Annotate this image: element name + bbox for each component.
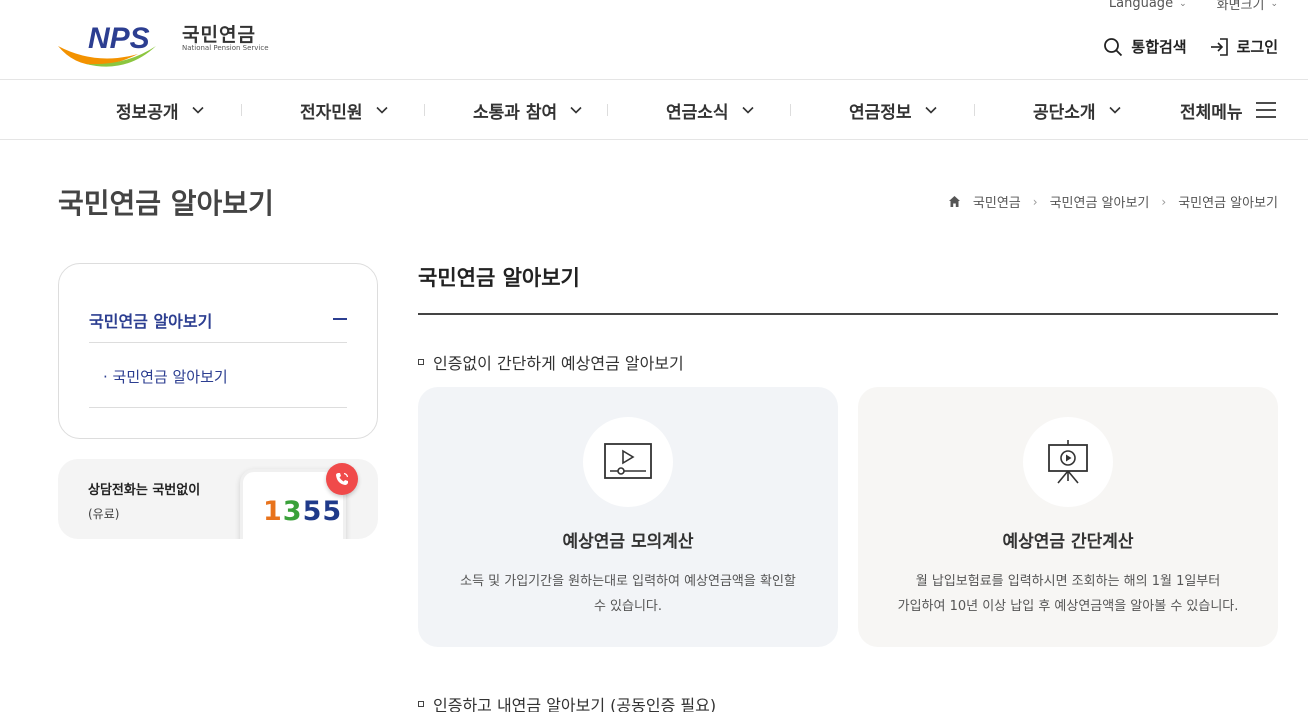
- chevron-right-icon: ›: [1161, 194, 1167, 209]
- chevron-right-icon: ›: [1032, 194, 1038, 209]
- gnb-item-pension-news[interactable]: 연금소식: [666, 80, 755, 140]
- side-nav-subitem[interactable]: · 국민연금 알아보기: [103, 366, 228, 387]
- gnb-item-label: 소통과 참여: [473, 102, 558, 123]
- chevron-down-icon: [924, 106, 937, 114]
- gnb-divider: [607, 104, 608, 116]
- search-button[interactable]: 통합검색: [1103, 36, 1187, 57]
- search-label: 통합검색: [1131, 38, 1187, 56]
- chevron-down-icon: [1108, 106, 1121, 114]
- gnb-item-label: 정보공개: [116, 102, 179, 123]
- logo-english-text: National Pension Service: [182, 44, 269, 52]
- screen-size-dropdown[interactable]: 화면크기 ⌄: [1217, 0, 1278, 13]
- section-heading: 인증없이 간단하게 예상연금 알아보기: [418, 350, 684, 374]
- gnb-item-label: 연금소식: [666, 102, 729, 123]
- card-description: 월 납입보험료를 입력하시면 조회하는 해의 1월 1일부터 가입하여 10년 …: [878, 569, 1258, 619]
- login-button[interactable]: 로그인: [1209, 36, 1278, 57]
- global-navigation: 정보공개 전자민원 소통과 참여 연금소식 연금정보 공단소개 전체메뉴: [0, 80, 1308, 140]
- card-description: 소득 및 가입기간을 원하는대로 입력하여 예상연금액을 확인할 수 있습니다.: [438, 569, 818, 619]
- section-heading-text: 인증하고 내연금 알아보기 (공동인증 필요): [433, 696, 717, 712]
- card-title: 예상연금 간단계산: [1002, 532, 1134, 552]
- call-number-digit: 3: [282, 496, 303, 527]
- presentation-screen-icon: [1023, 417, 1113, 507]
- gnb-item-communication[interactable]: 소통과 참여: [473, 80, 583, 140]
- gnb-item-e-civil[interactable]: 전자민원: [300, 80, 389, 140]
- login-icon: [1210, 37, 1228, 56]
- bullet-square-icon: [418, 701, 424, 707]
- simple-calc-card[interactable]: 예상연금 간단계산 월 납입보험료를 입력하시면 조회하는 해의 1월 1일부터…: [858, 387, 1278, 647]
- call-number: 1355: [263, 496, 342, 527]
- video-player-icon: [583, 417, 673, 507]
- language-dropdown[interactable]: Language ⌄: [1109, 0, 1187, 13]
- call-number-digit: 5: [302, 496, 323, 527]
- card-title: 예상연금 모의계산: [562, 532, 694, 552]
- site-header: NPS 국민연금 National Pension Service Langua…: [0, 0, 1308, 80]
- screen-size-label: 화면크기: [1216, 0, 1265, 13]
- breadcrumb-item-current: 국민연금 알아보기: [1178, 196, 1278, 211]
- call-center-banner[interactable]: 상담전화는 국번없이 (유료) 1355: [58, 459, 378, 539]
- logo-mark: NPS: [58, 22, 156, 67]
- side-navigation: 국민연금 알아보기 · 국민연금 알아보기: [58, 263, 378, 439]
- utility-main: 통합검색 로그인: [1103, 36, 1278, 57]
- call-banner-title: 상담전화는 국번없이: [88, 483, 201, 498]
- gnb-item-label: 공단소개: [1033, 102, 1096, 123]
- simulation-card[interactable]: 예상연금 모의계산 소득 및 가입기간을 원하는대로 입력하여 예상연금액을 확…: [418, 387, 838, 647]
- chevron-down-icon: ⌄: [1179, 0, 1187, 9]
- gnb-divider: [241, 104, 242, 116]
- gnb-item-label: 연금정보: [849, 102, 912, 123]
- card-description-line: 가입하여 10년 이상 납입 후 예상연금액을 알아볼 수 있습니다.: [897, 599, 1239, 614]
- chevron-down-icon: [570, 106, 582, 114]
- language-label: Language: [1108, 0, 1174, 11]
- gnb-item-pension-info[interactable]: 연금정보: [849, 80, 938, 140]
- call-number-digit: 1: [263, 496, 283, 527]
- all-menu-label: 전체메뉴: [1180, 102, 1243, 123]
- chevron-down-icon: ⌄: [1270, 0, 1278, 9]
- gnb-divider: [790, 104, 791, 116]
- phone-call-icon: [326, 463, 358, 495]
- home-icon[interactable]: [948, 195, 961, 208]
- breadcrumb: 국민연금 › 국민연금 알아보기 › 국민연금 알아보기: [948, 192, 1278, 211]
- login-label: 로그인: [1236, 38, 1278, 56]
- call-banner-subtitle: (유료): [88, 507, 120, 521]
- section-heading: 인증하고 내연금 알아보기 (공동인증 필요): [418, 692, 716, 712]
- chevron-down-icon: [191, 106, 204, 114]
- all-menu-button[interactable]: 전체메뉴: [1180, 80, 1277, 140]
- card-description-line: 수 있습니다.: [593, 599, 663, 614]
- call-number-digit: 5: [322, 496, 343, 527]
- gnb-item-info-disclosure[interactable]: 정보공개: [116, 80, 205, 140]
- nps-logo[interactable]: NPS 국민연금 National Pension Service: [56, 18, 276, 72]
- logo-text: NPS: [88, 22, 150, 55]
- page-title: 국민연금 알아보기: [58, 187, 274, 220]
- divider: [89, 342, 347, 343]
- card-description-line: 소득 및 가입기간을 원하는대로 입력하여 예상연금액을 확인할: [460, 574, 796, 589]
- gnb-item-about[interactable]: 공단소개: [1033, 80, 1122, 140]
- chevron-down-icon: [375, 106, 388, 114]
- side-nav-title[interactable]: 국민연금 알아보기: [89, 308, 212, 332]
- content-title: 국민연금 알아보기: [418, 266, 580, 290]
- content-title-divider: [418, 313, 1278, 315]
- bullet-square-icon: [418, 359, 424, 365]
- divider: [89, 407, 347, 408]
- hamburger-menu-icon: [1255, 102, 1276, 118]
- card-description-line: 월 납입보험료를 입력하시면 조회하는 해의 1월 1일부터: [915, 574, 1221, 589]
- logo-korean-text: 국민연금: [182, 24, 256, 46]
- gnb-item-label: 전자민원: [300, 102, 363, 123]
- chevron-down-icon: [741, 106, 754, 114]
- search-icon: [1104, 37, 1123, 56]
- gnb-divider: [974, 104, 975, 116]
- collapse-minus-icon[interactable]: [333, 318, 347, 320]
- utility-top: Language ⌄ 화면크기 ⌄: [1109, 0, 1278, 13]
- breadcrumb-item[interactable]: 국민연금: [973, 192, 1021, 211]
- section-heading-text: 인증없이 간단하게 예상연금 알아보기: [433, 354, 684, 373]
- breadcrumb-item[interactable]: 국민연금 알아보기: [1050, 192, 1150, 211]
- gnb-divider: [424, 104, 425, 116]
